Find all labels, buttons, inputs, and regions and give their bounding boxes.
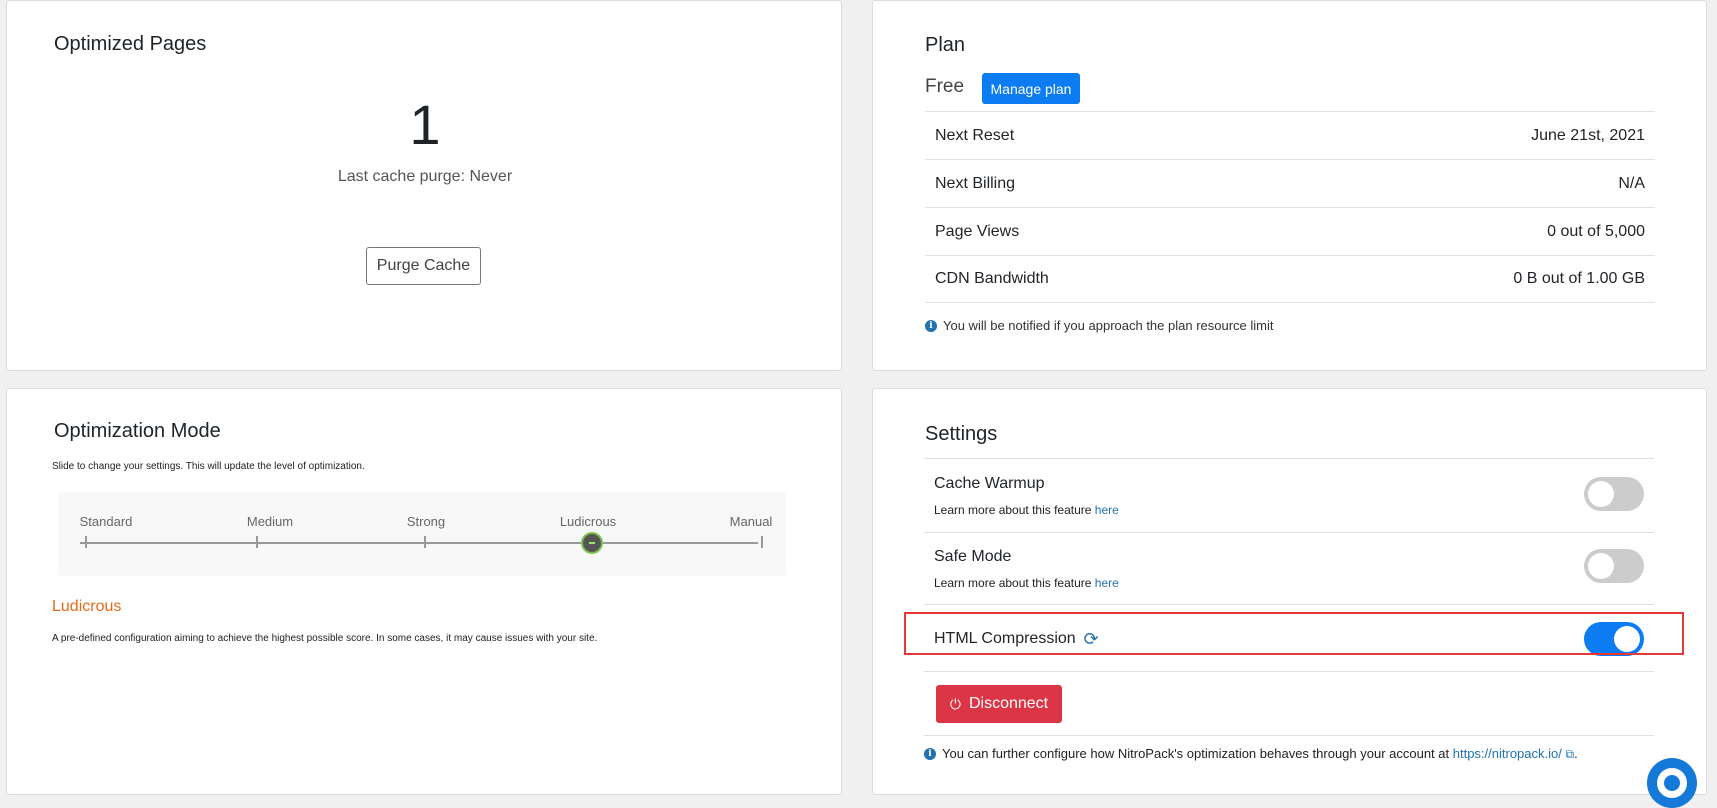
settings-divider	[924, 735, 1654, 736]
learn-more-text: Learn more about this feature	[934, 503, 1095, 517]
optimized-pages-count: 1	[409, 93, 441, 156]
plan-title: Plan	[925, 34, 966, 56]
slider-label-manual[interactable]: Manual	[730, 514, 773, 529]
nitropack-link[interactable]: https://nitropack.io/	[1453, 746, 1562, 761]
plan-row-cdn-bandwidth: CDN Bandwidth 0 B out of 1.00 GB	[925, 255, 1655, 303]
plan-note-text: You will be notified if you approach the…	[943, 318, 1274, 333]
safe-mode-toggle[interactable]	[1584, 549, 1644, 583]
plan-row-next-billing: Next Billing N/A	[925, 159, 1655, 207]
setting-safe-mode: Safe Mode Learn more about this feature …	[924, 532, 1654, 604]
safe-mode-learn-more: Learn more about this feature here	[934, 576, 1119, 590]
safe-mode-label-text: Safe Mode	[934, 548, 1012, 565]
info-icon: i	[924, 748, 936, 760]
learn-more-text: Learn more about this feature	[934, 576, 1095, 590]
settings-title: Settings	[925, 423, 998, 445]
optimization-mode-card: Optimization Mode	[6, 388, 842, 795]
plan-row-label: Next Billing	[935, 174, 1016, 192]
optimization-mode-title: Optimization Mode	[54, 420, 221, 442]
selected-mode-name: Ludicrous	[52, 598, 122, 615]
settings-note-prefix: You can further configure how NitroPack'…	[942, 746, 1453, 761]
optimization-slider[interactable]: Standard Medium Strong Ludicrous Manual	[58, 492, 786, 576]
slider-tick	[256, 536, 258, 548]
cache-warmup-learn-more: Learn more about this feature here	[934, 503, 1119, 517]
setting-cache-warmup: Cache Warmup Learn more about this featu…	[924, 458, 1654, 532]
plan-name: Free	[925, 76, 965, 97]
slider-thumb[interactable]	[581, 532, 603, 554]
slider-tick	[761, 536, 763, 548]
plan-row-label: Next Reset	[935, 126, 1015, 144]
plan-row-label: CDN Bandwidth	[935, 270, 1049, 287]
selected-mode-description: A pre-defined configuration aiming to ac…	[52, 633, 598, 644]
plan-table: Next Reset June 21st, 2021 Next Billing …	[925, 111, 1655, 303]
slider-tick	[424, 536, 426, 548]
plan-row-label: Page Views	[935, 222, 1020, 240]
lifebuoy-icon	[1657, 768, 1687, 798]
cache-warmup-label-text: Cache Warmup	[934, 475, 1045, 492]
slider-label-medium[interactable]: Medium	[247, 514, 293, 529]
plan-card: Plan Free Manage plan Next Reset June 21…	[872, 0, 1707, 371]
disconnect-label: Disconnect	[968, 695, 1049, 712]
html-compression-highlight	[904, 612, 1684, 655]
plan-row-value: 0 B out of 1.00 GB	[1513, 270, 1645, 287]
purge-cache-button[interactable]: Purge Cache	[366, 247, 481, 285]
toggle-knob	[1588, 481, 1614, 507]
slider-tick	[85, 536, 87, 548]
cache-warmup-toggle[interactable]	[1584, 477, 1644, 511]
plan-row-value: June 21st, 2021	[1531, 126, 1645, 144]
power-icon: ⏻	[949, 695, 961, 712]
plan-row-next-reset: Next Reset June 21st, 2021	[925, 111, 1655, 159]
safe-mode-label: Safe Mode	[934, 548, 1011, 566]
help-button[interactable]	[1647, 758, 1697, 808]
slider-label-strong[interactable]: Strong	[407, 514, 445, 529]
safe-mode-here-link[interactable]: here	[1095, 576, 1119, 590]
settings-account-note: i You can further configure how NitroPac…	[924, 746, 1578, 762]
disconnect-button[interactable]: ⏻ Disconnect	[936, 685, 1062, 723]
plan-row-value: 0 out of 5,000	[1547, 222, 1645, 240]
last-cache-purge: Last cache purge: Never	[337, 168, 513, 185]
slider-track[interactable]	[80, 542, 758, 544]
cache-warmup-label: Cache Warmup	[934, 475, 1045, 493]
plan-resource-note: i You will be notified if you approach t…	[925, 318, 1274, 333]
manage-plan-button[interactable]: Manage plan	[982, 73, 1080, 104]
info-icon: i	[925, 319, 937, 332]
optimized-pages-card: Optimized Pages 1 Last cache purge: Neve…	[6, 0, 842, 371]
optimization-mode-description: Slide to change your settings. This will…	[52, 461, 365, 472]
optimized-pages-title: Optimized Pages	[54, 33, 207, 55]
external-link-icon[interactable]: ⧉	[1566, 747, 1575, 761]
slider-label-standard[interactable]: Standard	[80, 514, 133, 529]
slider-label-ludicrous[interactable]: Ludicrous	[560, 514, 616, 529]
toggle-knob	[1588, 553, 1614, 579]
plan-row-value: N/A	[1618, 174, 1645, 192]
plan-row-page-views: Page Views 0 out of 5,000	[925, 207, 1655, 255]
cache-warmup-here-link[interactable]: here	[1095, 503, 1119, 517]
settings-note-suffix: .	[1574, 746, 1578, 761]
